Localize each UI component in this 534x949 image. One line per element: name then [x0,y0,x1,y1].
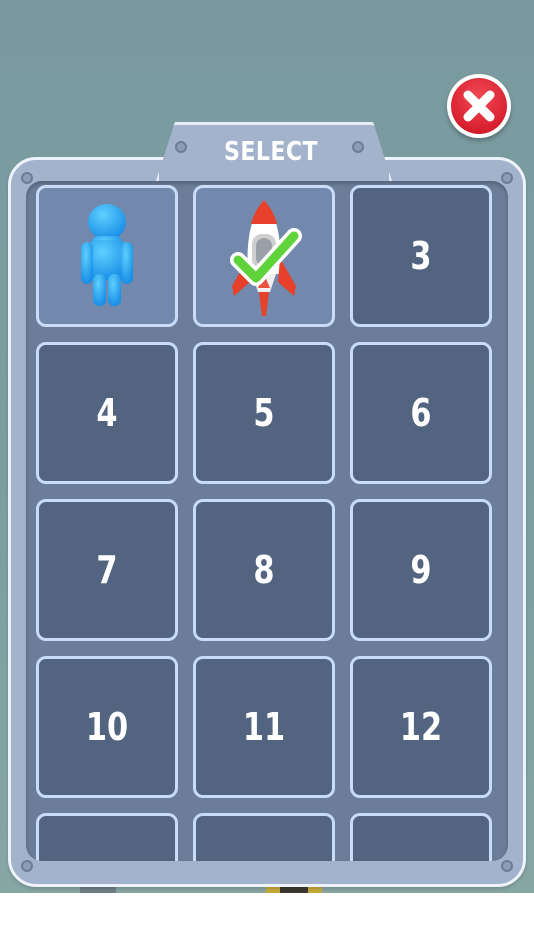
close-x-icon [463,90,495,122]
bolt-icon [21,172,33,184]
slot-6[interactable]: 6 [350,342,492,484]
slot-5[interactable]: 5 [193,342,335,484]
slot-15[interactable] [350,813,492,861]
slot-4[interactable]: 4 [36,342,178,484]
slot-rocket[interactable] [193,185,335,327]
slot-number: 9 [410,548,432,592]
item-grid: 3 4 5 6 7 8 9 10 11 12 [36,185,492,861]
slot-9[interactable]: 9 [350,499,492,641]
checkmark-icon [230,228,302,286]
slot-number: 3 [410,234,432,278]
slot-13[interactable] [36,813,178,861]
slot-number: 4 [96,391,118,435]
slot-number: 7 [96,548,118,592]
close-button[interactable] [447,74,511,138]
bolt-icon [501,172,513,184]
slot-7[interactable]: 7 [36,499,178,641]
slot-12[interactable]: 12 [350,656,492,798]
slot-number: 5 [253,391,275,435]
slot-number [53,816,162,861]
slot-number: 8 [253,548,275,592]
slot-number: 10 [85,705,129,749]
slot-14[interactable] [193,813,335,861]
slot-number [210,816,319,861]
blue-stickman-icon [81,204,133,306]
slot-number: 11 [242,705,286,749]
page-title: SELECT [223,137,319,167]
slot-number [367,816,476,861]
slot-number: 6 [410,391,432,435]
slot-number: 12 [399,705,443,749]
bolt-icon [501,860,513,872]
slot-3[interactable]: 3 [350,185,492,327]
slot-stickman[interactable] [36,185,178,327]
bolt-icon [21,860,33,872]
slot-10[interactable]: 10 [36,656,178,798]
slot-8[interactable]: 8 [193,499,335,641]
slot-11[interactable]: 11 [193,656,335,798]
item-grid-window[interactable]: 3 4 5 6 7 8 9 10 11 12 [26,181,508,861]
